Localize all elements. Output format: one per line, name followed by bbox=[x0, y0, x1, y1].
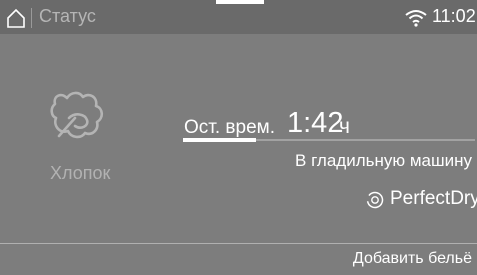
page-title: Статус bbox=[39, 6, 96, 26]
program-name: Хлопок bbox=[50, 163, 111, 183]
home-icon[interactable] bbox=[6, 8, 26, 28]
header-separator bbox=[31, 8, 32, 28]
ironing-hint: В гладильную машину bbox=[295, 151, 472, 170]
bottom-divider bbox=[0, 243, 477, 244]
remaining-time-value: 1:42 bbox=[287, 107, 344, 139]
remaining-time-label: Ост. врем. bbox=[184, 117, 276, 138]
perfectdry-label: PerfectDry bbox=[390, 188, 477, 209]
status-bar: Статус 11:02 bbox=[0, 0, 477, 34]
remaining-time-unit: ч bbox=[339, 115, 350, 138]
cotton-icon bbox=[50, 91, 104, 139]
perfectdry-icon bbox=[366, 191, 384, 209]
clock: 11:02 bbox=[432, 6, 476, 26]
wifi-icon bbox=[405, 10, 427, 27]
progress-fill bbox=[183, 138, 256, 142]
add-laundry-button[interactable]: Добавить бельё bbox=[353, 250, 472, 268]
progress-bar bbox=[183, 138, 475, 142]
top-indicator bbox=[216, 0, 264, 4]
